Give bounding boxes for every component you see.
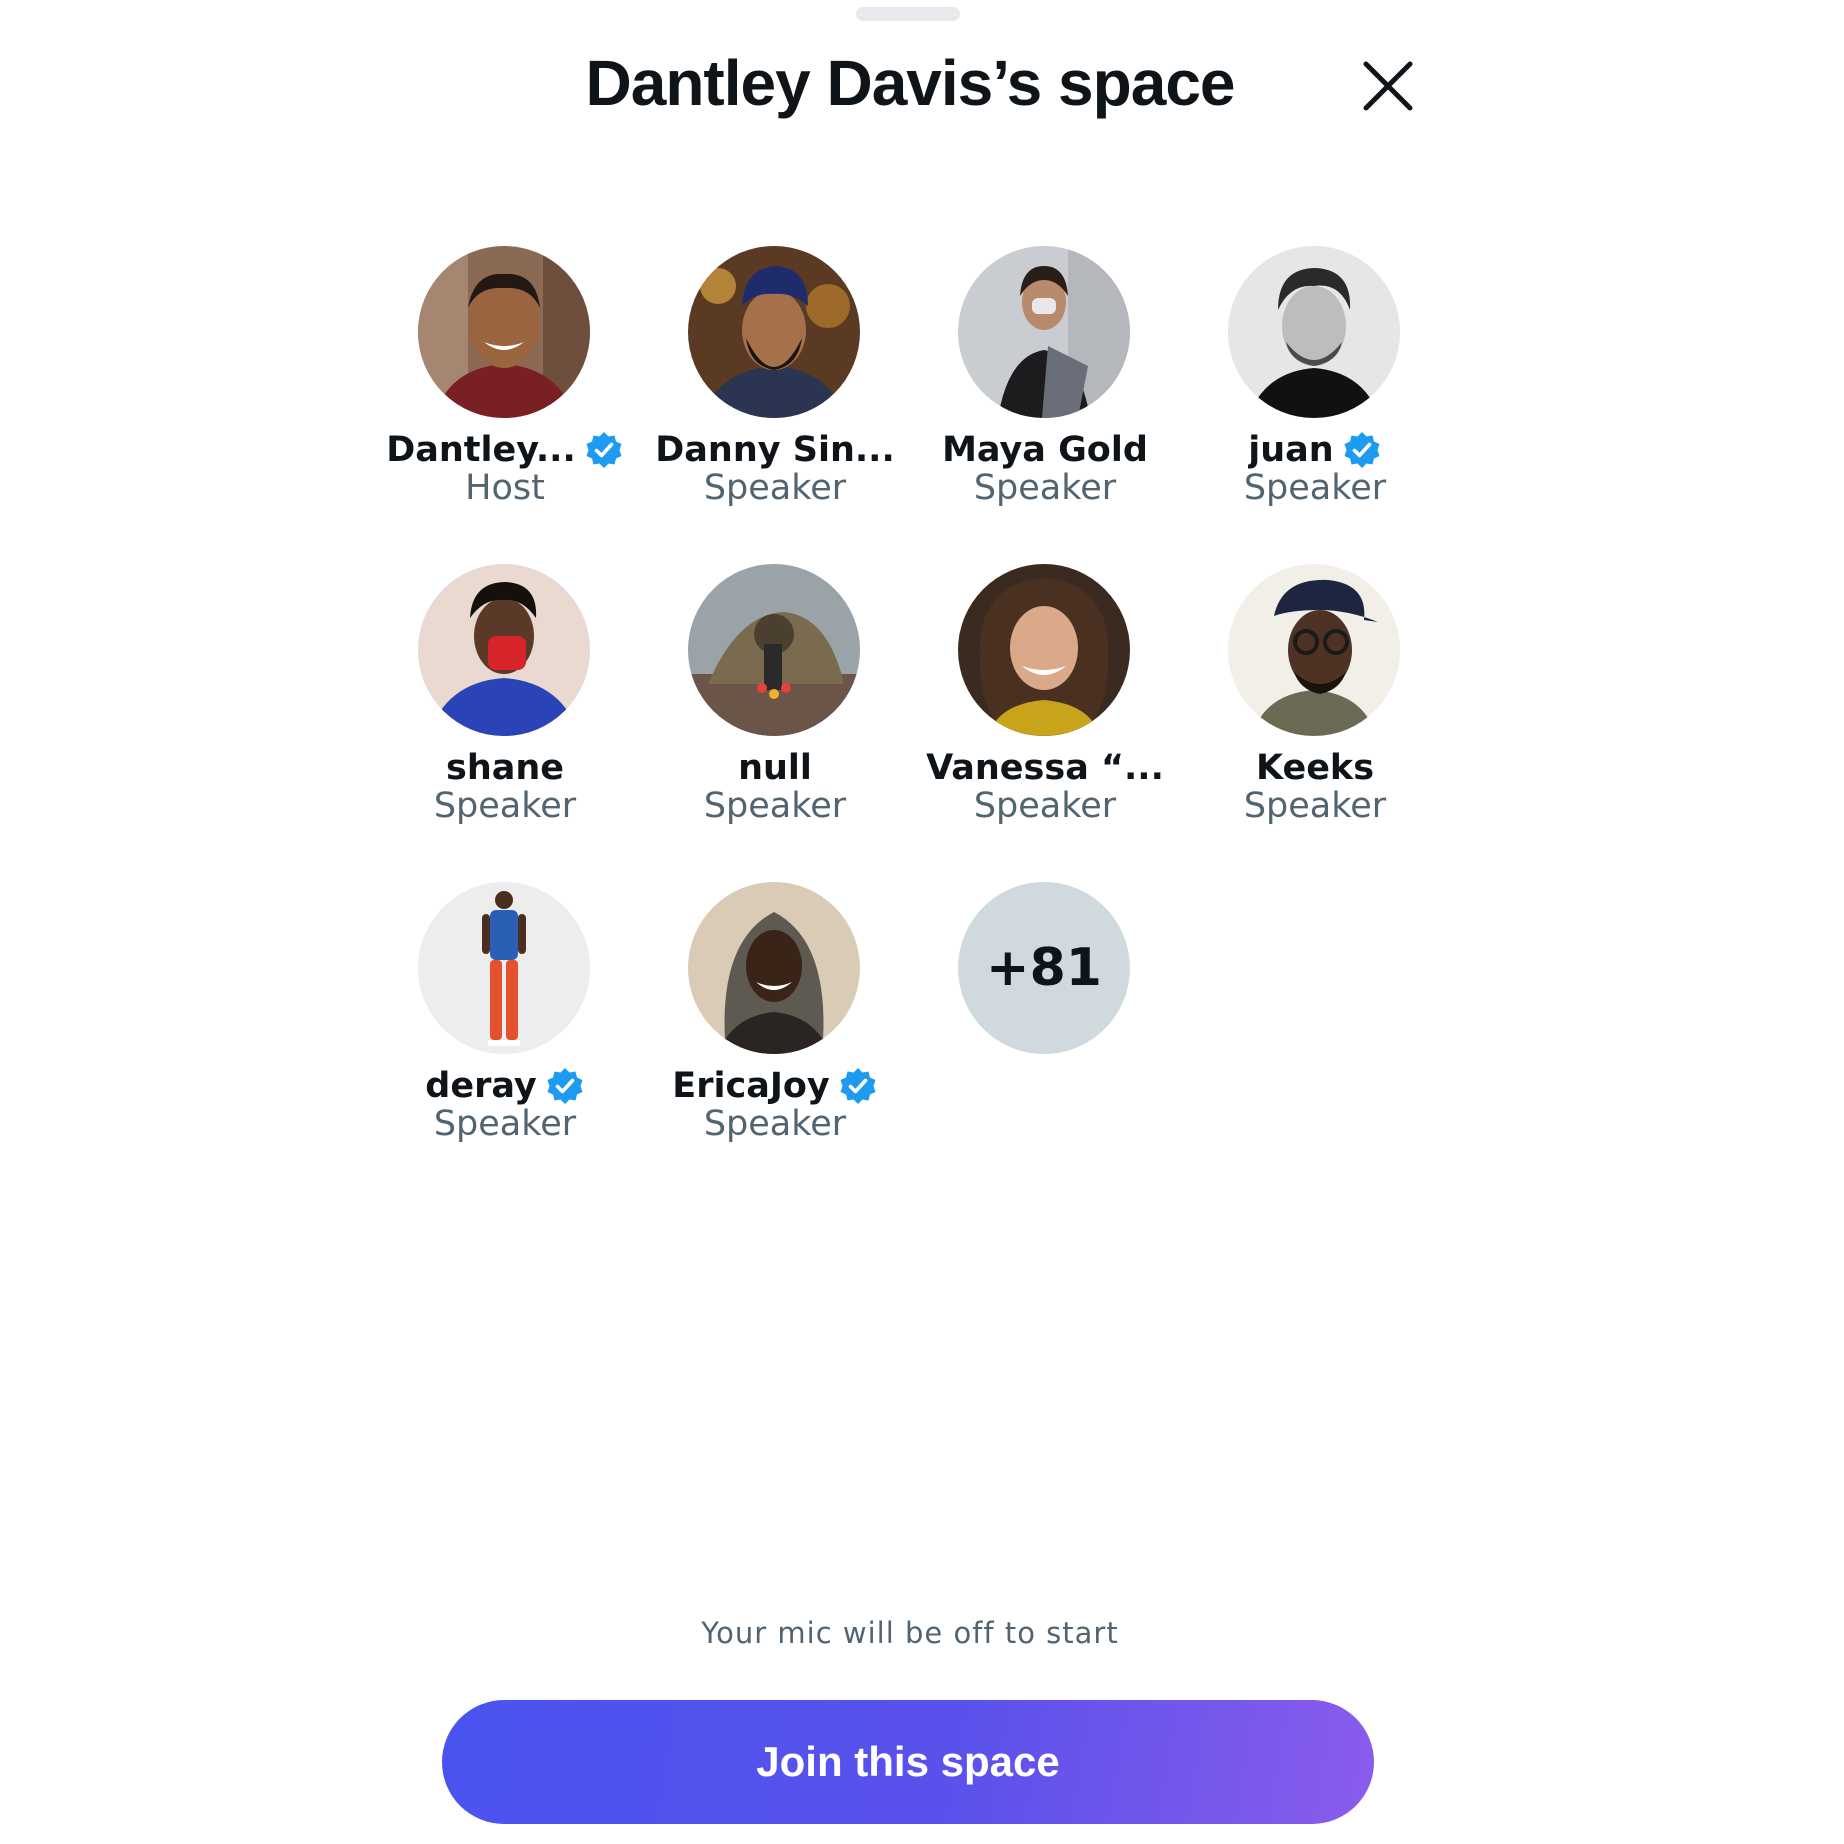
verified-badge-icon bbox=[838, 1066, 878, 1106]
speaker-role: Speaker bbox=[973, 786, 1117, 826]
speaker-item[interactable]: Keeks Speaker bbox=[1180, 558, 1450, 876]
mic-status-note: Your mic will be off to start bbox=[701, 1616, 1119, 1650]
speaker-name: Maya Gold bbox=[942, 430, 1148, 470]
more-count-badge: +81 bbox=[958, 882, 1130, 1054]
sheet-drag-handle[interactable] bbox=[856, 7, 960, 21]
avatar bbox=[418, 882, 590, 1054]
speaker-name: deray bbox=[425, 1066, 537, 1106]
avatar bbox=[688, 246, 860, 418]
close-button[interactable] bbox=[1360, 58, 1416, 114]
speaker-role: Speaker bbox=[703, 1104, 847, 1144]
avatar bbox=[958, 246, 1130, 418]
speaker-role: Speaker bbox=[703, 468, 847, 508]
speaker-item[interactable]: Danny Sin... Speaker bbox=[640, 240, 910, 558]
speaker-item[interactable]: EricaJoy Speaker bbox=[640, 876, 910, 1194]
speaker-role: Speaker bbox=[433, 1104, 577, 1144]
close-icon bbox=[1363, 61, 1413, 111]
speaker-item[interactable]: null Speaker bbox=[640, 558, 910, 876]
join-space-button[interactable]: Join this space bbox=[442, 1700, 1374, 1824]
verified-badge-icon bbox=[584, 430, 624, 470]
speaker-name: Keeks bbox=[1255, 748, 1375, 788]
speaker-role: Speaker bbox=[433, 786, 577, 826]
avatar bbox=[1228, 246, 1400, 418]
avatar bbox=[688, 882, 860, 1054]
speaker-name: EricaJoy bbox=[672, 1066, 830, 1106]
speaker-item[interactable]: Dantley... Host bbox=[370, 240, 640, 558]
speaker-name: Danny Sin... bbox=[655, 430, 895, 470]
more-listeners-button[interactable]: +81 bbox=[910, 876, 1180, 1194]
speaker-item[interactable]: juan Speaker bbox=[1180, 240, 1450, 558]
avatar bbox=[418, 246, 590, 418]
speaker-role: Speaker bbox=[703, 786, 847, 826]
avatar bbox=[688, 564, 860, 736]
speaker-name: null bbox=[738, 748, 812, 788]
speaker-name: Dantley... bbox=[386, 430, 576, 470]
speaker-role: Speaker bbox=[1243, 468, 1387, 508]
verified-badge-icon bbox=[1342, 430, 1382, 470]
speaker-item[interactable]: Vanessa “... Speaker bbox=[910, 558, 1180, 876]
speaker-name: Vanessa “... bbox=[926, 748, 1164, 788]
page-title: Dantley Davis’s space bbox=[585, 47, 1236, 119]
speaker-item[interactable]: Maya Gold Speaker bbox=[910, 240, 1180, 558]
speaker-role: Speaker bbox=[973, 468, 1117, 508]
speaker-role: Host bbox=[465, 468, 545, 508]
avatar bbox=[418, 564, 590, 736]
avatar bbox=[958, 564, 1130, 736]
avatar bbox=[1228, 564, 1400, 736]
speaker-item[interactable]: shane Speaker bbox=[370, 558, 640, 876]
speaker-name: shane bbox=[445, 748, 565, 788]
speaker-grid: Dantley... Host Danny Sin... Speaker May… bbox=[370, 240, 1450, 1194]
speaker-name: juan bbox=[1248, 430, 1334, 470]
speaker-role: Speaker bbox=[1243, 786, 1387, 826]
speaker-item[interactable]: deray Speaker bbox=[370, 876, 640, 1194]
verified-badge-icon bbox=[545, 1066, 585, 1106]
